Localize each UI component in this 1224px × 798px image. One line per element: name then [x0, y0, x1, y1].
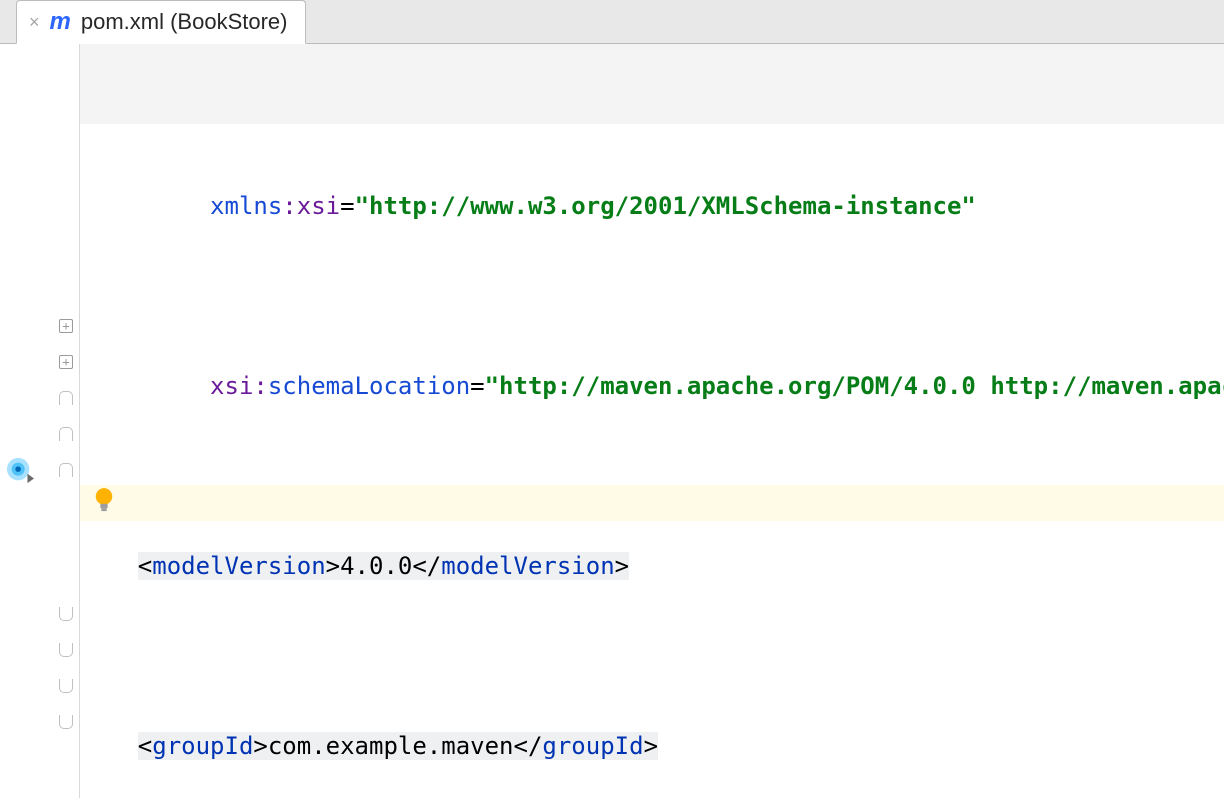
fold-end-icon[interactable] — [59, 607, 73, 621]
editor-gutter: + + — [0, 44, 80, 798]
intention-bulb-icon[interactable] — [93, 487, 115, 515]
maven-reimport-icon[interactable] — [6, 457, 34, 485]
close-icon[interactable]: × — [29, 0, 40, 44]
code-area[interactable]: xmlns:xsi="http://www.w3.org/2001/XMLSch… — [80, 44, 1224, 798]
fold-end-icon[interactable] — [59, 679, 73, 693]
tab-strip: × m pom.xml (BookStore) — [0, 0, 1224, 44]
fold-plus-icon[interactable]: + — [59, 355, 73, 369]
code-line: xmlns:xsi="http://www.w3.org/2001/XMLSch… — [80, 188, 1224, 224]
fold-end-icon[interactable] — [59, 643, 73, 657]
fold-plus-icon[interactable]: + — [59, 319, 73, 333]
fold-minus-icon[interactable] — [59, 463, 73, 477]
fold-end-icon[interactable] — [59, 715, 73, 729]
fold-minus-icon[interactable] — [59, 391, 73, 405]
tab-label: pom.xml (BookStore) — [81, 0, 288, 44]
code-line: <modelVersion>4.0.0</modelVersion> — [80, 548, 1224, 584]
fold-minus-icon[interactable] — [59, 427, 73, 441]
code-line: xsi:schemaLocation="http://maven.apache.… — [80, 368, 1224, 404]
editor-tab[interactable]: × m pom.xml (BookStore) — [16, 0, 306, 44]
code-editor[interactable]: + + xmlns:xsi="http://www.w3.org/2001/XM… — [0, 44, 1224, 798]
code-line: <groupId>com.example.maven</groupId> — [80, 728, 1224, 764]
maven-file-icon: m — [50, 0, 71, 44]
